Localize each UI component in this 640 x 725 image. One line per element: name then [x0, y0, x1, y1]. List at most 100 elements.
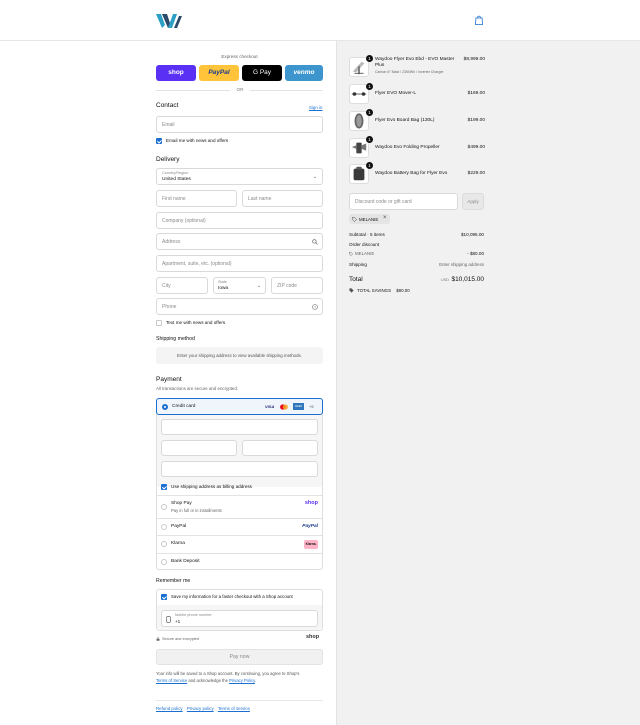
- total-savings-label: TOTAL SAVINGS $80.00: [357, 288, 410, 293]
- line-item: 1 Flyer Evo Board Bag (130L) $199.00: [349, 109, 485, 133]
- payment-option-bank-deposit[interactable]: Bank Deposit: [157, 553, 322, 569]
- paypal-radio[interactable]: [161, 524, 167, 530]
- mobile-phone-label: Mobile phone number: [175, 613, 212, 617]
- text-offers-checkbox[interactable]: [156, 320, 162, 326]
- discount-code-label: MELANIE: [355, 251, 375, 256]
- address-placeholder: Address: [162, 239, 181, 245]
- card-expiry-field[interactable]: [161, 440, 237, 456]
- credit-card-radio[interactable]: [162, 404, 168, 410]
- quantity-badge: 1: [366, 136, 373, 143]
- item-price: $499.00: [467, 145, 485, 150]
- product-foil-image: [352, 61, 365, 75]
- klarna-radio[interactable]: [161, 541, 167, 547]
- phone-field[interactable]: Phone ?: [156, 298, 323, 315]
- first-name-field[interactable]: First name: [156, 190, 237, 207]
- address-field[interactable]: Address: [156, 233, 323, 250]
- subtotal-value: $10,095.00: [461, 232, 484, 237]
- terms-of-service-footer-link[interactable]: Terms of service: [218, 706, 250, 711]
- payment-option-shop-pay[interactable]: Shop Pay Pay in full or in installments …: [157, 495, 322, 517]
- site-header: [0, 0, 640, 41]
- quantity-badge: 1: [366, 55, 373, 62]
- pay-now-button[interactable]: Pay now: [156, 649, 323, 665]
- klarna-logo: Klarna.: [304, 540, 318, 549]
- shop-pay-logo: shop: [304, 500, 318, 506]
- city-field[interactable]: City: [156, 277, 208, 294]
- item-price: $199.00: [467, 118, 485, 123]
- shop-pay-label: Shop Pay: [171, 501, 192, 506]
- brand-logo[interactable]: [156, 14, 182, 28]
- item-name: Waydoo Evo Folding Propeller: [375, 145, 440, 150]
- save-info-checkbox[interactable]: [161, 594, 167, 600]
- country-select[interactable]: Country/Region United States ⌄: [156, 168, 323, 185]
- shop-pay-sub: Pay in full or in installments: [171, 508, 222, 513]
- payment-heading: Payment: [156, 376, 182, 383]
- shipping-method-heading: Shipping method: [156, 336, 195, 342]
- terms-of-service-link[interactable]: Terms of Service: [156, 678, 187, 683]
- google-pay-button[interactable]: G Pay: [242, 65, 282, 81]
- company-field[interactable]: Company (optional): [156, 212, 323, 229]
- item-price: $169.00: [467, 91, 485, 96]
- mastercard-icon: [280, 404, 288, 410]
- last-name-field[interactable]: Last name: [242, 190, 323, 207]
- chevron-down-icon: ⌄: [312, 174, 317, 180]
- chevron-down-icon: ⌄: [256, 283, 261, 289]
- total-savings-value: $80.00: [396, 288, 410, 293]
- shopping-bag-icon[interactable]: [473, 14, 485, 26]
- quantity-badge: 1: [366, 109, 373, 116]
- mobile-phone-field[interactable]: Mobile phone number +1: [161, 610, 318, 627]
- country-value: United States: [162, 177, 191, 182]
- venmo-button[interactable]: venmo: [285, 65, 323, 81]
- newsletter-checkbox[interactable]: [156, 138, 162, 144]
- sign-in-link[interactable]: Sign in: [309, 105, 322, 110]
- tag-icon: [352, 216, 357, 222]
- bank-deposit-radio[interactable]: [161, 559, 167, 565]
- apply-discount-button[interactable]: Apply: [462, 193, 484, 210]
- contact-heading: Contact: [156, 102, 179, 109]
- line-item: 1 Waydoo Flyer Evo Ebd - EVO Master Plus…: [349, 55, 485, 79]
- item-price: $8,999.00: [463, 57, 485, 62]
- card-name-field[interactable]: [161, 461, 318, 477]
- discount-code-placeholder: Discount code or gift card: [355, 199, 412, 205]
- refund-policy-link[interactable]: Refund policy: [156, 706, 183, 711]
- credit-card-option[interactable]: Credit card VISA AMEX +5: [156, 398, 323, 415]
- zip-field[interactable]: ZIP code: [271, 277, 323, 294]
- state-value: Iowa: [218, 286, 229, 291]
- apartment-placeholder: Apartment, suite, etc. (optional): [162, 261, 232, 267]
- legal-text-intro: Your info will be saved to a Shop accoun…: [156, 671, 300, 676]
- item-price: $229.00: [467, 171, 485, 176]
- shop-logo: shop: [306, 634, 320, 640]
- paypal-button[interactable]: PayPal: [199, 65, 239, 81]
- payment-option-klarna[interactable]: Klarna Klarna.: [157, 535, 322, 552]
- legal-text-mid: and acknowledge the: [188, 677, 228, 683]
- shipping-label: Shipping: [349, 262, 367, 267]
- discount-tag-code: MELANIE: [359, 216, 379, 222]
- discount-code-field[interactable]: Discount code or gift card: [349, 193, 458, 210]
- footer-divider: [156, 700, 323, 701]
- line-item: 1 Waydoo Battery Bag for Flyer Evo $229.…: [349, 162, 485, 186]
- remove-discount-icon[interactable]: ×: [383, 215, 387, 221]
- help-circle-icon[interactable]: ?: [312, 304, 318, 310]
- state-select[interactable]: State Iowa ⌄: [213, 277, 266, 294]
- secure-label: Secure and encrypted: [162, 637, 200, 641]
- shipping-notice: Enter your shipping address to view avai…: [156, 347, 323, 364]
- billing-address-checkbox[interactable]: [161, 484, 167, 490]
- shop-pay-radio[interactable]: [161, 504, 167, 510]
- product-propeller-image: [351, 142, 367, 154]
- item-name: Flyer EVO Mover-L: [375, 91, 417, 96]
- more-cards-badge: +5: [309, 404, 314, 409]
- card-number-field[interactable]: [161, 419, 318, 435]
- shipping-notice-text: Enter your shipping address to view avai…: [177, 353, 302, 358]
- email-placeholder: Email: [162, 122, 175, 128]
- card-cvv-field[interactable]: [242, 440, 318, 456]
- shipping-value: Enter shipping address: [439, 262, 484, 267]
- email-field[interactable]: Email: [156, 116, 323, 133]
- shop-pay-button[interactable]: shop: [156, 65, 196, 81]
- discount-tag: MELANIE ×: [349, 214, 390, 224]
- privacy-policy-link[interactable]: Privacy Policy: [229, 678, 255, 683]
- payment-option-paypal[interactable]: PayPal PayPal: [157, 518, 322, 535]
- search-icon: [312, 239, 318, 245]
- apartment-field[interactable]: Apartment, suite, etc. (optional): [156, 255, 323, 272]
- zip-placeholder: ZIP code: [277, 283, 297, 289]
- privacy-policy-footer-link[interactable]: Privacy policy: [187, 706, 214, 711]
- klarna-label: Klarna: [171, 541, 185, 546]
